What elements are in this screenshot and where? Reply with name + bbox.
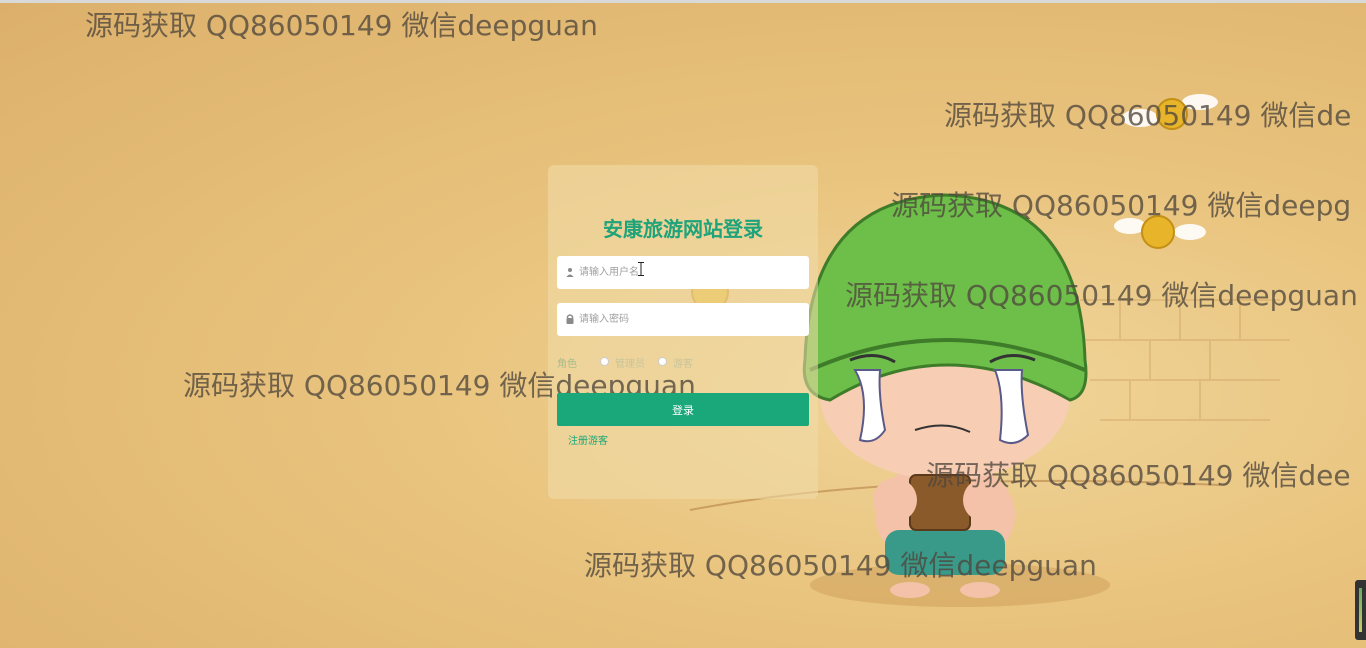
brick-wall <box>1080 299 1290 421</box>
character <box>802 193 1088 598</box>
role-radio-admin[interactable] <box>600 357 609 366</box>
scroll-widget-bar <box>1359 588 1362 632</box>
flying-coin-1 <box>1122 94 1218 130</box>
role-label-visitor: 游客 <box>673 359 693 370</box>
role-radio-visitor[interactable] <box>658 357 667 366</box>
login-button[interactable]: 登录 <box>557 393 809 426</box>
side-scroll-widget[interactable] <box>1355 580 1366 640</box>
role-selector: 角色 管理员 游客 <box>557 355 809 370</box>
text-cursor-icon <box>638 262 644 276</box>
role-label: 角色 <box>557 359 577 370</box>
role-label-admin: 管理员 <box>615 359 645 370</box>
flying-coin-2 <box>1114 215 1206 249</box>
login-controls: 角色 管理员 游客 登录 注册游客 <box>548 165 818 499</box>
register-visitor-link[interactable]: 注册游客 <box>568 432 608 447</box>
